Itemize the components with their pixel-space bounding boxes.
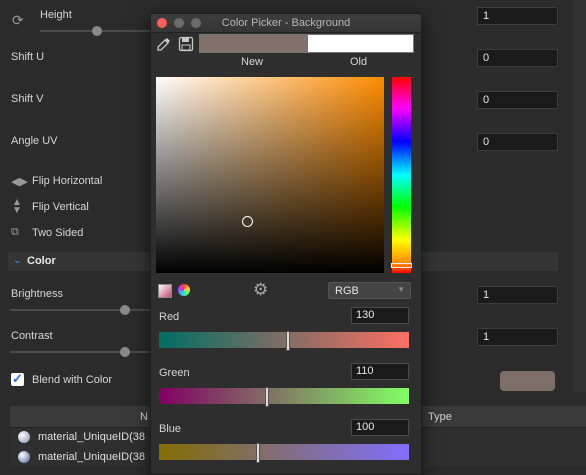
green-slider-marker[interactable] — [265, 387, 269, 407]
shift-v-label: Shift V — [11, 93, 44, 105]
green-field[interactable]: 110 — [351, 363, 409, 380]
checkmark-icon: ✓ — [12, 371, 23, 386]
old-label: Old — [350, 56, 368, 68]
blue-label: Blue — [159, 423, 182, 435]
height-field[interactable]: 1 — [477, 7, 558, 25]
green-label: Green — [159, 367, 190, 379]
flip-vertical-icon[interactable]: ▲ ▼ — [12, 198, 22, 216]
blend-checkbox[interactable]: ✓ — [11, 371, 24, 386]
color-picker-dialog: Color Picker - Background New Old ⚙ RGB … — [150, 13, 422, 475]
red-label: Red — [159, 311, 180, 323]
red-slider[interactable] — [159, 331, 409, 351]
blue-slider[interactable] — [159, 443, 409, 463]
hue-strip[interactable] — [391, 77, 412, 273]
angle-uv-field[interactable]: 0 — [477, 133, 558, 151]
new-label: New — [241, 56, 264, 68]
col-name-header[interactable]: N — [140, 411, 148, 423]
angle-uv-label: Angle UV — [11, 135, 58, 147]
two-sided-icon[interactable]: ⧉ — [11, 226, 19, 239]
hue-marker[interactable] — [391, 263, 412, 268]
red-slider-marker[interactable] — [286, 331, 290, 351]
material-icon — [18, 451, 30, 463]
flip-vertical-label[interactable]: Flip Vertical — [32, 201, 89, 213]
mode-select-value: RGB — [335, 285, 359, 297]
refresh-icon[interactable]: ⟳ — [12, 12, 24, 29]
shift-u-field[interactable]: 0 — [477, 49, 558, 67]
col-type-header[interactable]: Type — [428, 411, 452, 423]
new-color-swatch — [199, 34, 308, 53]
red-field[interactable]: 130 — [351, 307, 409, 324]
shift-v-field[interactable]: 0 — [477, 91, 558, 109]
old-color-swatch[interactable] — [307, 34, 414, 53]
flip-horizontal-label[interactable]: Flip Horizontal — [32, 175, 102, 187]
blue-slider-marker[interactable] — [256, 443, 260, 463]
blue-field[interactable]: 100 — [351, 419, 409, 436]
contrast-label: Contrast — [11, 330, 53, 342]
dialog-title: Color Picker - Background — [221, 17, 351, 29]
blend-color-swatch[interactable] — [500, 371, 555, 391]
height-slider-knob[interactable] — [92, 26, 102, 36]
chevron-down-icon[interactable]: ⌄ — [13, 255, 21, 266]
save-icon[interactable] — [178, 36, 194, 52]
material-name: material_UniqueID(38 — [38, 431, 145, 443]
contrast-field[interactable]: 1 — [477, 328, 558, 346]
color-section-label: Color — [27, 255, 56, 267]
chevron-down-icon: ▼ — [397, 285, 405, 294]
mode-select[interactable]: RGB ▼ — [328, 282, 411, 299]
two-sided-label[interactable]: Two Sided — [32, 227, 83, 239]
brightness-field[interactable]: 1 — [477, 286, 558, 304]
material-icon — [18, 431, 30, 443]
eyedropper-icon[interactable] — [156, 36, 172, 52]
brightness-slider-knob[interactable] — [120, 305, 130, 315]
blend-label[interactable]: Blend with Color — [32, 374, 112, 386]
panel-scrollbar[interactable] — [574, 0, 586, 392]
contrast-slider-knob[interactable] — [120, 347, 130, 357]
saturation-value-area[interactable] — [156, 77, 384, 273]
green-slider[interactable] — [159, 387, 409, 407]
gradient-mode-icon[interactable] — [158, 284, 172, 298]
gear-icon[interactable]: ⚙ — [253, 280, 268, 300]
material-name: material_UniqueID(38 — [38, 451, 145, 463]
flip-horizontal-icon[interactable]: ◀▶ — [11, 175, 28, 188]
color-wheel-icon[interactable] — [178, 284, 190, 296]
height-label: Height — [40, 9, 72, 21]
brightness-label: Brightness — [11, 288, 63, 300]
color-cursor[interactable] — [242, 216, 253, 227]
shift-u-label: Shift U — [11, 51, 45, 63]
dialog-titlebar[interactable]: Color Picker - Background — [151, 14, 421, 33]
